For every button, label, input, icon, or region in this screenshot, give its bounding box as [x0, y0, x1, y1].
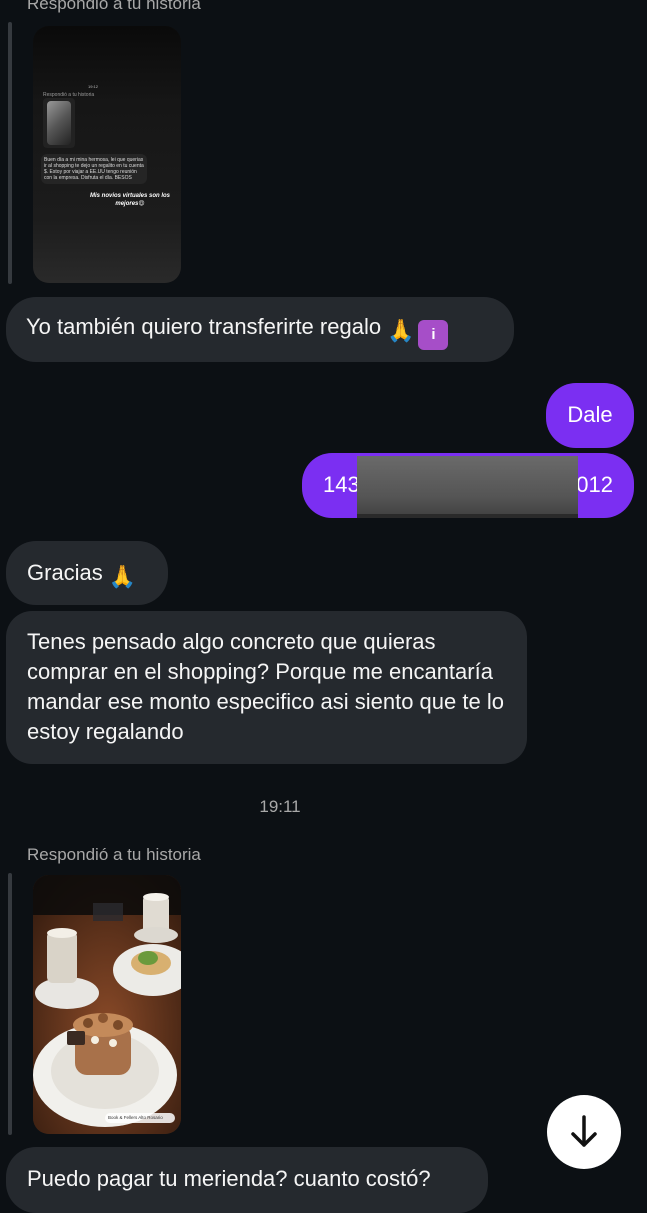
story-preview[interactable]: 19:12 Respondió a tu historia Buen día a…	[33, 26, 181, 283]
story-reply-label: Respondió a tu historia	[27, 0, 201, 13]
story-reply-label: Respondió a tu historia	[27, 845, 201, 864]
message-text: Gracias	[27, 560, 103, 585]
message-text: Dale	[567, 402, 613, 427]
message-text: Yo también quiero transferirte regalo	[26, 314, 382, 339]
reply-indicator-bar	[8, 22, 12, 284]
outgoing-message[interactable]: Dale	[546, 383, 634, 448]
scroll-to-bottom-button[interactable]	[547, 1095, 621, 1169]
story-preview-thumbnail	[43, 98, 75, 148]
story-preview-clock: 19:12	[88, 84, 99, 89]
praying-hands-icon: 🙏	[108, 564, 137, 589]
message-text-suffix: 012	[576, 472, 613, 497]
incoming-message[interactable]: Gracias 🙏	[6, 541, 168, 605]
timestamp: 19:11	[259, 797, 301, 816]
location-tag: Book & Fellers Alto Rosario	[108, 1115, 163, 1120]
message-text: Puedo pagar tu merienda? cuanto costó?	[27, 1166, 431, 1191]
info-emoji-icon: i	[418, 320, 449, 350]
story-preview[interactable]: Book & Fellers Alto Rosario	[33, 875, 181, 1134]
restaurant-table-photo	[33, 875, 181, 1134]
arrow-down-icon	[571, 1115, 597, 1147]
praying-hands-icon: 🙏	[387, 318, 415, 343]
story-preview-message: Buen día a mi mina hermosa, lei que quer…	[41, 154, 147, 184]
redaction-overlay	[357, 456, 578, 514]
incoming-message[interactable]: Tenes pensado algo concreto que quieras …	[6, 611, 527, 764]
incoming-message[interactable]: Puedo pagar tu merienda? cuanto costó?	[6, 1147, 488, 1213]
story-preview-caption: Mis novios virtuales son los mejores😍	[89, 193, 171, 207]
reply-indicator-bar	[8, 873, 12, 1135]
incoming-message[interactable]: Yo también quiero transferirte regalo 🙏 i	[6, 297, 514, 362]
message-text: Tenes pensado algo concreto que quieras …	[27, 629, 504, 744]
message-text-prefix: 143	[323, 472, 360, 497]
